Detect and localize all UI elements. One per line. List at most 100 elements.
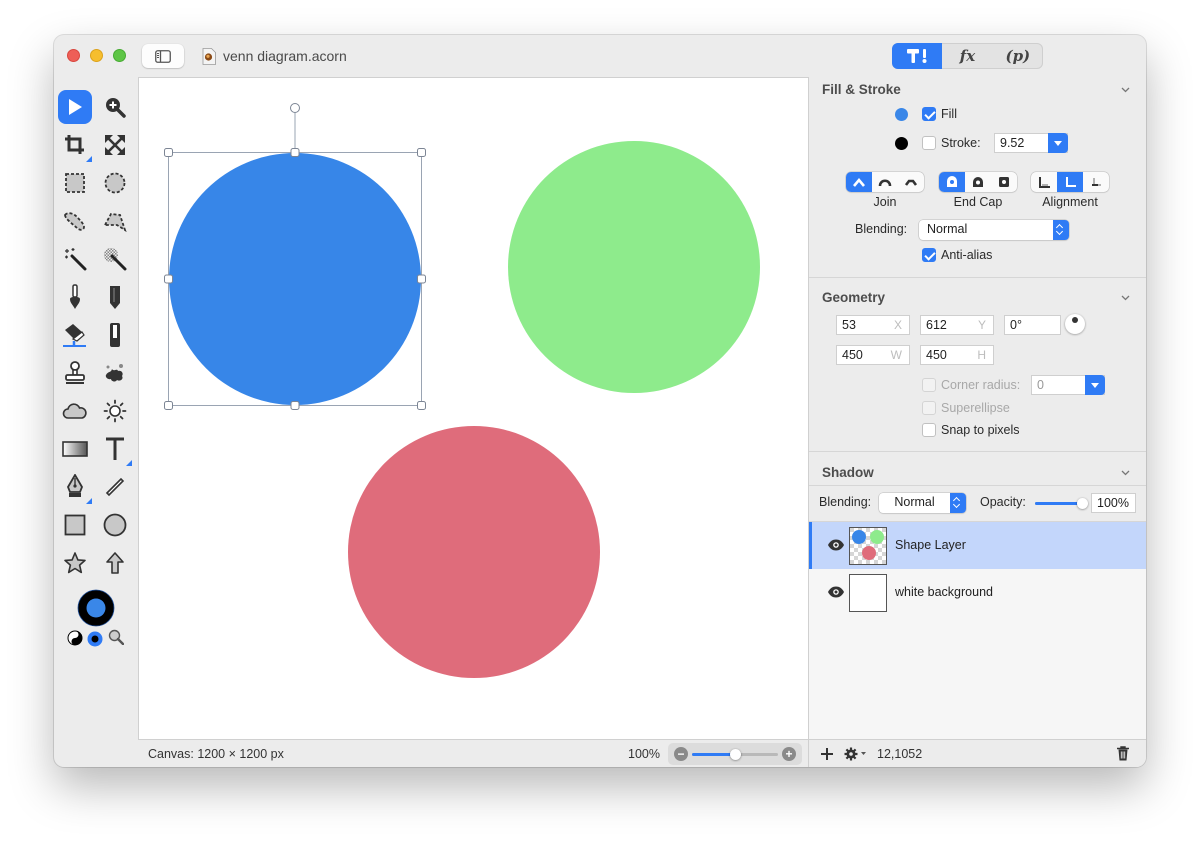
endcap-round-button[interactable] (965, 172, 991, 192)
zoom-out-button[interactable]: − (674, 747, 688, 761)
zoom-window-button[interactable] (113, 49, 126, 62)
chevron-down-icon[interactable] (1121, 85, 1130, 94)
align-outside-button[interactable] (1083, 172, 1109, 192)
shadow-opacity-slider[interactable] (1035, 498, 1088, 509)
rotation-dial[interactable] (1065, 314, 1085, 334)
join-round-button[interactable] (872, 172, 898, 192)
magic-wand-tool[interactable] (58, 242, 92, 276)
eye-icon[interactable] (827, 586, 845, 598)
zoom-tool[interactable] (98, 90, 132, 124)
text-tool[interactable] (98, 432, 132, 466)
minimize-window-button[interactable] (90, 49, 103, 62)
oval-tool[interactable] (98, 508, 132, 542)
shadow-blending-popup[interactable]: Normal (879, 493, 966, 513)
join-miter-button[interactable] (846, 172, 872, 192)
width-field[interactable]: 450 W (836, 345, 910, 365)
blending-popup[interactable]: Normal (919, 220, 1069, 240)
paint-bucket-tool[interactable] (58, 318, 92, 352)
filters-tab[interactable]: fx (942, 43, 992, 69)
chevron-down-icon[interactable] (1121, 468, 1130, 477)
opacity-slider-knob[interactable] (1077, 498, 1088, 509)
corner-radius-field[interactable]: 0 (1031, 375, 1105, 395)
red-circle[interactable] (348, 426, 600, 678)
layer-row[interactable]: white background (809, 569, 1146, 616)
fill-color-swatch[interactable] (86, 598, 106, 618)
resize-handle-bottom-left[interactable] (164, 401, 173, 410)
line-tool[interactable] (98, 470, 132, 504)
shadow-blending-label: Blending: (819, 495, 872, 509)
y-position-field[interactable]: 612 Y (920, 315, 994, 335)
chevron-down-icon[interactable] (1121, 293, 1130, 302)
gradient-tool[interactable] (58, 432, 92, 466)
pencil-tool[interactable] (98, 280, 132, 314)
crop-tool[interactable] (58, 128, 92, 162)
ellipse-select-tool[interactable] (98, 166, 132, 200)
superellipse-checkbox[interactable] (922, 401, 936, 415)
brush-tool[interactable] (58, 280, 92, 314)
shadow-opacity-field[interactable]: 100% (1091, 493, 1136, 513)
snap-to-pixels-checkbox[interactable] (922, 423, 936, 437)
canvas-area[interactable] (138, 77, 808, 739)
resize-handle-top-left[interactable] (164, 148, 173, 157)
default-colors-icon[interactable] (87, 631, 103, 647)
trash-icon[interactable] (1117, 746, 1129, 761)
resize-handle-top[interactable] (290, 148, 300, 157)
resize-handle-right[interactable] (417, 274, 426, 284)
gear-menu-icon[interactable] (844, 747, 868, 761)
join-bevel-button[interactable] (898, 172, 924, 192)
x-position-field[interactable]: 53 X (836, 315, 910, 335)
clone-tool[interactable] (58, 356, 92, 390)
transform-tool[interactable] (98, 128, 132, 162)
rotation-angle-field[interactable]: 0° (1004, 315, 1061, 335)
corner-radius-checkbox[interactable] (922, 378, 936, 392)
rect-select-tool[interactable] (58, 166, 92, 200)
fill-color-swatch[interactable] (895, 108, 908, 121)
stroke-width-dropdown-button[interactable] (1048, 133, 1068, 153)
fill-checkbox[interactable] (922, 107, 936, 121)
select-tool[interactable] (58, 90, 92, 124)
zoom-in-button[interactable]: + (782, 747, 796, 761)
corner-radius-dropdown-button[interactable] (1085, 375, 1105, 395)
stroke-color-swatch[interactable] (895, 137, 908, 150)
polygon-lasso-tool[interactable] (98, 204, 132, 238)
resize-handle-top-right[interactable] (417, 148, 426, 157)
star-tool[interactable] (58, 546, 92, 580)
rectangle-tool[interactable] (58, 508, 92, 542)
eye-icon[interactable] (827, 539, 845, 551)
height-field[interactable]: 450 H (920, 345, 994, 365)
resize-handle-bottom-right[interactable] (417, 401, 426, 410)
swap-colors-icon[interactable] (67, 630, 83, 646)
stroke-width-field[interactable]: 9.52 (994, 133, 1068, 153)
zoom-slider-knob[interactable] (730, 749, 741, 760)
dodge-tool[interactable] (98, 394, 132, 428)
canvas[interactable] (139, 78, 809, 740)
rotation-handle[interactable] (290, 103, 300, 113)
bezier-tool[interactable] (58, 470, 92, 504)
endcap-butt-button[interactable] (939, 172, 965, 192)
eraser-tool[interactable] (98, 318, 132, 352)
align-inside-button[interactable] (1031, 172, 1057, 192)
burn-tool[interactable] (58, 394, 92, 428)
stroke-fill-color-well[interactable] (76, 588, 116, 628)
antialias-checkbox[interactable] (922, 248, 936, 262)
instant-alpha-tool[interactable] (98, 242, 132, 276)
plugins-tab[interactable]: (p) (993, 43, 1043, 69)
blue-circle[interactable] (169, 153, 421, 405)
tools-tab[interactable] (892, 43, 943, 69)
stroke-checkbox[interactable] (922, 136, 936, 150)
lasso-tool[interactable] (58, 204, 92, 238)
smudge-tool[interactable] (98, 356, 132, 390)
close-window-button[interactable] (67, 49, 80, 62)
layer-row[interactable]: Shape Layer (809, 522, 1146, 569)
arrow-tool[interactable] (98, 546, 132, 580)
resize-handle-left[interactable] (164, 274, 173, 284)
green-circle[interactable] (508, 141, 760, 393)
zoom-slider[interactable] (692, 749, 778, 760)
color-picker-magnifier-icon[interactable] (108, 629, 124, 645)
resize-handle-bottom[interactable] (290, 401, 300, 410)
add-layer-icon[interactable] (821, 748, 833, 760)
align-center-button[interactable] (1057, 172, 1083, 192)
angle-value: 0° (1010, 318, 1022, 332)
endcap-square-button[interactable] (991, 172, 1017, 192)
sidebar-toggle-button[interactable] (142, 44, 184, 68)
